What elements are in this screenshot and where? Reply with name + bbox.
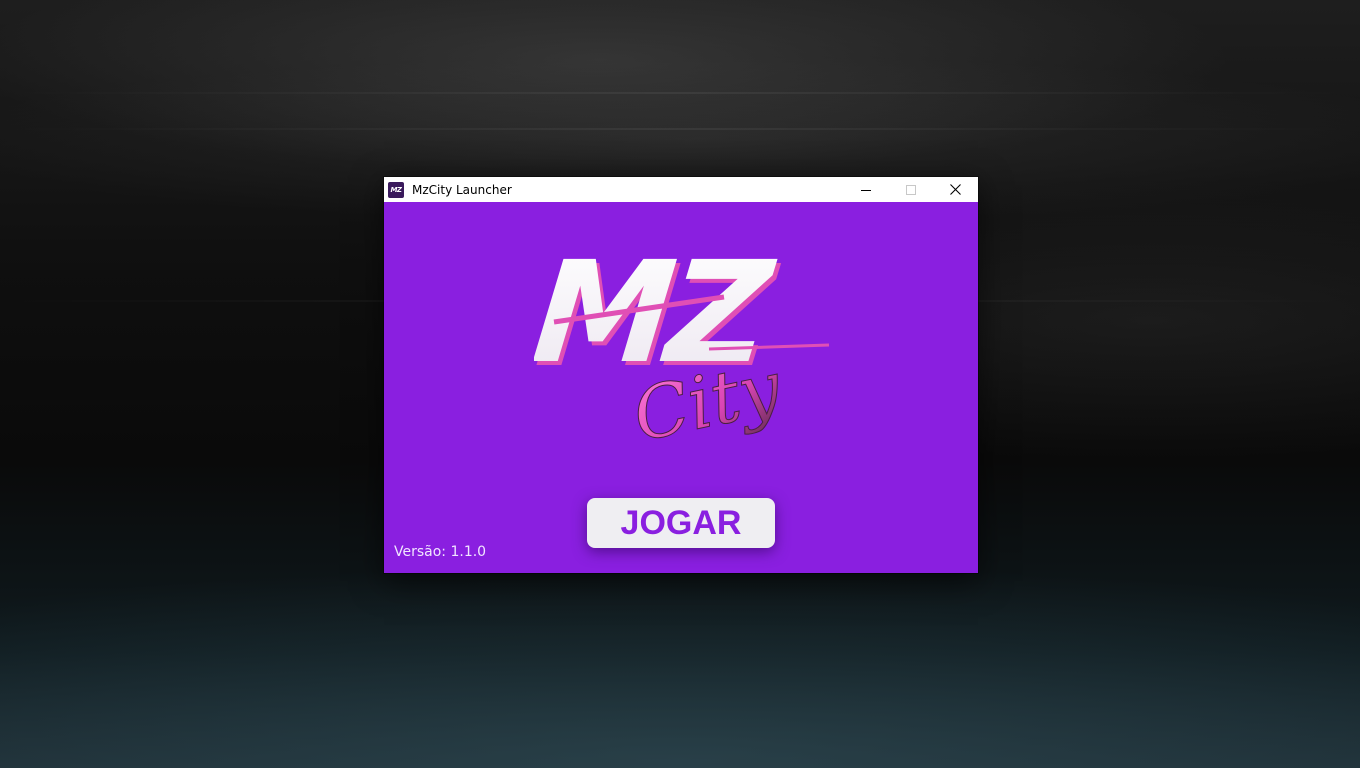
minimize-button[interactable] bbox=[843, 177, 888, 202]
version-label: Versão: 1.1.0 bbox=[394, 544, 487, 560]
caption-buttons bbox=[843, 177, 978, 202]
maximize-icon bbox=[905, 184, 916, 195]
window-title: MzCity Launcher bbox=[412, 182, 512, 197]
wallpaper-streak bbox=[0, 92, 1360, 94]
mzcity-logo: MZ MZ City bbox=[534, 232, 830, 458]
minimize-icon bbox=[860, 189, 871, 191]
launcher-content: MZ MZ City JOGAR Versão: 1.1.0 bbox=[384, 202, 978, 573]
close-button[interactable] bbox=[933, 177, 978, 202]
app-icon: MZ bbox=[388, 181, 404, 198]
play-button[interactable]: JOGAR bbox=[587, 498, 775, 548]
window-titlebar[interactable]: MZ MzCity Launcher bbox=[384, 177, 978, 202]
wallpaper-streak bbox=[0, 128, 1360, 130]
close-icon bbox=[950, 184, 961, 195]
maximize-button bbox=[888, 177, 933, 202]
launcher-window: MZ MzCity Launcher MZ MZ City JOGAR Vers… bbox=[384, 177, 978, 573]
desktop: { "window": { "title": "MzCity Launcher"… bbox=[0, 0, 1360, 768]
